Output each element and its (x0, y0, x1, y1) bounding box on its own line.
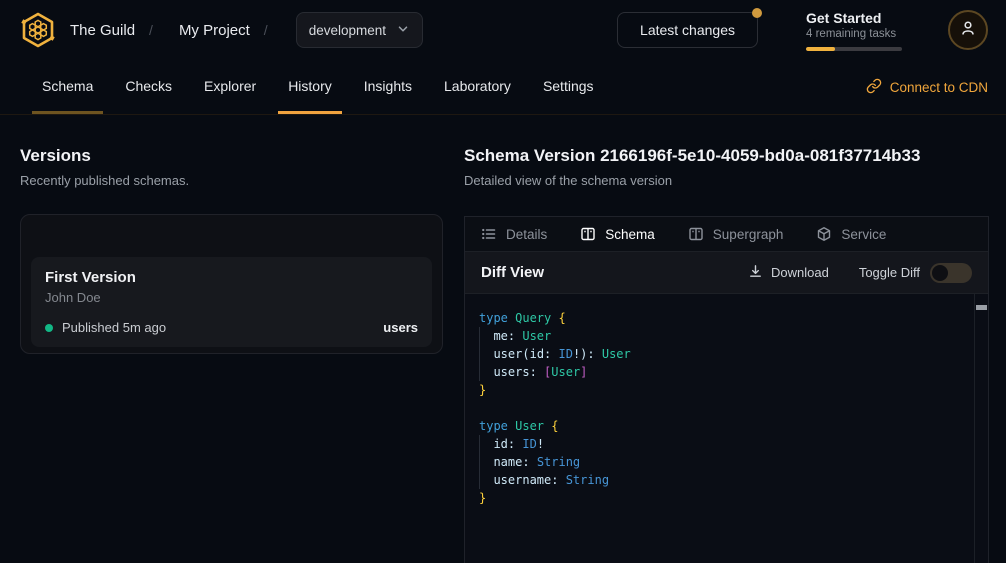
breadcrumb-separator: / (264, 22, 268, 38)
version-list-item[interactable]: First Version John Doe Published 5m ago use… (31, 257, 432, 347)
scrollbar-thumb[interactable] (976, 305, 987, 310)
target-select-value: development (309, 23, 386, 38)
code-line: type Query { (479, 309, 972, 327)
connect-to-cdn-link[interactable]: Connect to CDN (866, 60, 988, 114)
detail-tab-label: Supergraph (713, 227, 784, 242)
detail-tab-label: Service (841, 227, 886, 242)
link-icon (866, 78, 882, 97)
connect-to-cdn-label: Connect to CDN (890, 80, 988, 95)
code-line: me: User (479, 327, 972, 345)
download-button[interactable]: Download (748, 264, 829, 282)
cube-icon (816, 226, 832, 242)
list-icon (481, 226, 497, 242)
versions-title: Versions (20, 146, 443, 166)
detail-tab-details[interactable]: Details (481, 226, 547, 242)
code-line: id: ID! (479, 435, 972, 453)
version-author: John Doe (45, 290, 418, 305)
version-list: First Version John Doe Published 5m ago use… (20, 214, 443, 354)
tab-insights[interactable]: Insights (354, 60, 422, 114)
detail-tabs: Details Schema Supergraph Service (465, 217, 988, 252)
diff-view-title: Diff View (481, 264, 544, 281)
published-status-icon (45, 324, 53, 332)
detail-tab-label: Details (506, 227, 547, 242)
download-icon (748, 264, 763, 282)
target-select[interactable]: development (296, 12, 423, 48)
code-line: username: String (479, 471, 972, 489)
versions-column: Versions Recently published schemas. Fir… (0, 115, 463, 563)
toggle-diff-label: Toggle Diff (859, 265, 920, 280)
breadcrumb-separator: / (149, 22, 153, 38)
get-started-progressbar (806, 47, 902, 51)
main-content: Versions Recently published schemas. Fir… (0, 115, 1006, 563)
schema-code-editor[interactable]: type Query { me: User user(id: ID!): Use… (465, 294, 988, 563)
chevron-down-icon (396, 22, 410, 39)
hive-logo-icon[interactable] (18, 10, 58, 50)
get-started-subtitle: 4 remaining tasks (806, 28, 902, 40)
schema-detail-panel: Details Schema Supergraph Service Diff View… (464, 216, 989, 563)
download-label: Download (771, 265, 829, 280)
detail-tab-label: Schema (605, 227, 655, 242)
version-status: Published 5m ago (62, 320, 166, 335)
code-line (479, 399, 972, 417)
main-nav: SchemaChecksExplorerHistoryInsightsLabor… (0, 60, 1006, 115)
breadcrumb-org[interactable]: The Guild (70, 22, 135, 39)
detail-tab-supergraph[interactable]: Supergraph (688, 226, 784, 242)
code-line: } (479, 489, 972, 507)
breadcrumb-project[interactable]: My Project (179, 22, 250, 39)
indent-guide (479, 435, 480, 489)
editor-scrollbar[interactable] (974, 294, 988, 563)
notification-dot-icon (752, 8, 762, 18)
version-name: First Version (45, 269, 418, 286)
get-started-widget[interactable]: Get Started 4 remaining tasks (806, 10, 902, 51)
latest-changes-button[interactable]: Latest changes (617, 12, 758, 48)
user-icon (959, 19, 977, 42)
detail-tab-service[interactable]: Service (816, 226, 886, 242)
switch-knob (932, 265, 948, 281)
tab-explorer[interactable]: Explorer (194, 60, 266, 114)
tab-laboratory[interactable]: Laboratory (434, 60, 521, 114)
code-line: users: [User] (479, 363, 972, 381)
get-started-progress-fill (806, 47, 835, 51)
schema-version-subtitle: Detailed view of the schema version (464, 173, 989, 188)
version-status-row: Published 5m ago users (45, 320, 418, 335)
code-line: name: String (479, 453, 972, 471)
detail-column: Schema Version 2166196f-5e10-4059-bd0a-0… (463, 115, 1006, 563)
code-line: type User { (479, 417, 972, 435)
code-line: } (479, 381, 972, 399)
columns-icon (688, 226, 704, 242)
schema-version-title: Schema Version 2166196f-5e10-4059-bd0a-0… (464, 146, 989, 166)
get-started-title: Get Started (806, 10, 902, 26)
tab-schema[interactable]: Schema (32, 60, 103, 114)
tab-checks[interactable]: Checks (115, 60, 182, 114)
detail-tab-schema[interactable]: Schema (580, 226, 655, 242)
code-line: user(id: ID!): User (479, 345, 972, 363)
user-avatar[interactable] (948, 10, 988, 50)
latest-changes-label: Latest changes (640, 22, 735, 38)
nav-tabs: SchemaChecksExplorerHistoryInsightsLabor… (26, 60, 610, 114)
versions-subtitle: Recently published schemas. (20, 173, 443, 188)
tab-settings[interactable]: Settings (533, 60, 604, 114)
tab-history[interactable]: History (278, 60, 342, 114)
indent-guide (479, 327, 480, 381)
columns-icon (580, 226, 596, 242)
code-lines: type Query { me: User user(id: ID!): Use… (479, 309, 972, 507)
diff-view-header: Diff View Download Toggle Diff (465, 252, 988, 294)
toggle-diff-switch[interactable] (930, 263, 972, 283)
version-service-badge: users (383, 320, 418, 335)
app-header: The Guild / My Project / development Lat… (0, 0, 1006, 60)
